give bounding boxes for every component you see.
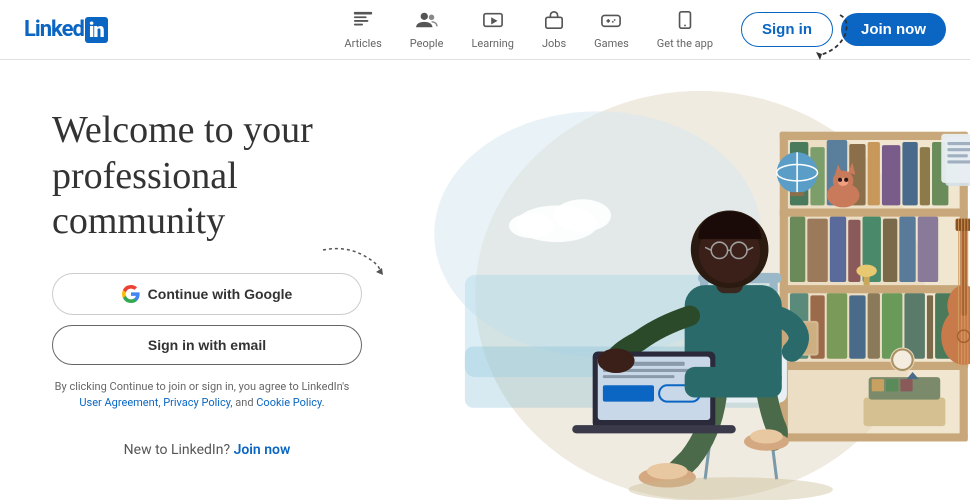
arrow-decoration bbox=[770, 10, 850, 64]
user-agreement-link[interactable]: User Agreement bbox=[79, 396, 158, 409]
nav-jobs-label: Jobs bbox=[542, 37, 566, 50]
joinnow-button[interactable]: Join now bbox=[841, 13, 946, 46]
cookie-policy-link[interactable]: Cookie Policy bbox=[256, 396, 321, 409]
headline-line2: professional community bbox=[52, 155, 238, 243]
nav-articles[interactable]: Articles bbox=[332, 6, 393, 54]
nav-games-label: Games bbox=[594, 37, 629, 50]
headline-line1: Welcome to your bbox=[52, 109, 313, 151]
nav-get-app-label: Get the app bbox=[657, 37, 713, 50]
logo-text: Linked bbox=[24, 17, 84, 42]
nav-people[interactable]: People bbox=[398, 6, 456, 54]
privacy-policy-link[interactable]: Privacy Policy bbox=[163, 396, 230, 409]
nav-get-the-app[interactable]: Get the app bbox=[645, 6, 725, 54]
signin-email-button[interactable]: Sign in with email bbox=[52, 325, 362, 365]
main-headline: Welcome to your professional community bbox=[52, 108, 382, 245]
email-btn-label: Sign in with email bbox=[148, 337, 266, 353]
continue-google-button[interactable]: Continue with Google bbox=[52, 273, 362, 315]
auth-form: Continue with Google Sign in with email … bbox=[52, 273, 362, 458]
logo-in: in bbox=[85, 17, 108, 43]
nav-people-label: People bbox=[410, 37, 444, 50]
nav-games[interactable]: Games bbox=[582, 6, 641, 54]
google-btn-label: Continue with Google bbox=[148, 286, 293, 302]
nav-learning-label: Learning bbox=[471, 37, 513, 50]
games-icon bbox=[600, 10, 622, 35]
nav-articles-label: Articles bbox=[344, 37, 381, 50]
hero-illustration bbox=[430, 60, 970, 500]
jobs-icon bbox=[543, 10, 565, 35]
nav-learning[interactable]: Learning bbox=[459, 6, 525, 54]
nav-jobs[interactable]: Jobs bbox=[530, 6, 578, 54]
site-header: Linkedin Articles People Learning Jobs bbox=[0, 0, 970, 60]
articles-icon bbox=[352, 10, 374, 35]
button-arrow-decoration bbox=[318, 240, 398, 280]
google-icon bbox=[122, 285, 140, 303]
main-nav: Articles People Learning Jobs Games bbox=[332, 6, 725, 54]
get-app-icon bbox=[674, 10, 696, 35]
join-now-text: New to LinkedIn? Join now bbox=[52, 442, 362, 458]
hero-svg bbox=[410, 60, 970, 500]
terms-text: By clicking Continue to join or sign in,… bbox=[52, 379, 352, 412]
people-icon bbox=[416, 10, 438, 35]
join-now-link[interactable]: Join now bbox=[234, 442, 291, 458]
linkedin-logo[interactable]: Linkedin bbox=[24, 17, 108, 43]
learning-icon bbox=[482, 10, 504, 35]
main-content: Welcome to your professional community C… bbox=[0, 60, 970, 500]
